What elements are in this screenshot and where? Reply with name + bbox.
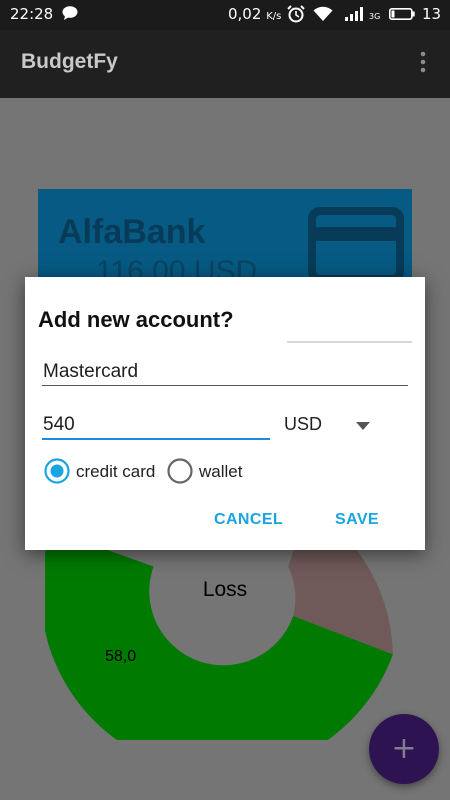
chart-center-label: Loss (203, 578, 247, 601)
credit-card-icon (308, 207, 404, 283)
save-button[interactable]: SAVE (335, 511, 379, 529)
app-title: BudgetFy (21, 50, 118, 73)
cancel-button[interactable]: CANCEL (214, 511, 283, 529)
radio-credit-card-label: credit card (76, 462, 156, 481)
dialog-divider (287, 341, 412, 343)
amount-underline (42, 438, 270, 440)
chat-notification-icon (62, 6, 78, 20)
alarm-icon (287, 5, 305, 23)
radio-unchecked-icon (167, 458, 193, 484)
network-speed: 0,02 K/s (228, 5, 282, 23)
account-name-underline (42, 385, 408, 386)
wifi-icon (313, 6, 333, 21)
signal-type: 3G (369, 12, 381, 21)
dropdown-caret-icon (356, 422, 370, 430)
add-account-fab[interactable]: + (369, 714, 439, 784)
battery-level: 13 (422, 5, 442, 23)
dialog-title: Add new account? (38, 307, 234, 332)
chart-slice-label: 58,0 (105, 648, 136, 665)
account-name-input[interactable] (43, 359, 403, 385)
radio-checked-icon (44, 458, 70, 484)
add-account-dialog: Add new account? USD credit card wallet … (25, 277, 425, 550)
plus-icon: + (391, 731, 417, 766)
status-time: 22:28 (10, 5, 54, 23)
radio-wallet[interactable]: wallet (167, 458, 257, 488)
app-bar: BudgetFy (0, 30, 450, 98)
radio-wallet-label: wallet (199, 462, 243, 481)
amount-input[interactable] (43, 412, 268, 438)
battery-icon (389, 8, 415, 20)
currency-dropdown[interactable]: USD (284, 411, 404, 441)
overflow-menu-icon[interactable] (416, 50, 430, 74)
signal-icon (345, 7, 363, 21)
status-bar: 22:28 0,02 K/s 3G 13 (0, 0, 450, 30)
bank-name: AlfaBank (58, 213, 206, 251)
radio-credit-card[interactable]: credit card (44, 458, 164, 488)
currency-value: USD (284, 414, 323, 434)
